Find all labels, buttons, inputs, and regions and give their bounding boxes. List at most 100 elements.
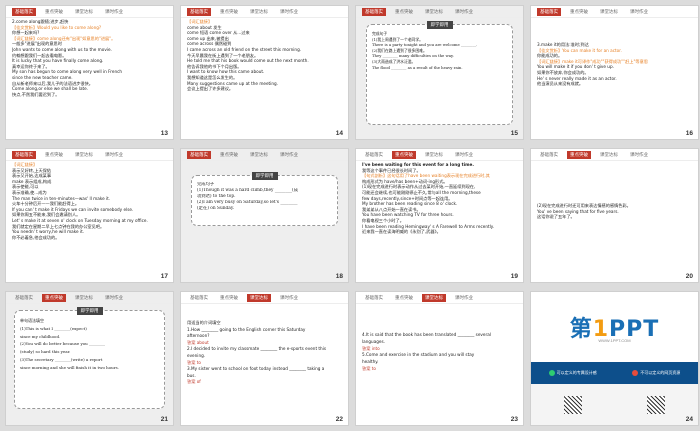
slide-tabs: 基础落实 重点突破 课堂达标 课时作业 — [6, 6, 173, 18]
tab-keypoints: 重点突破 — [567, 150, 591, 159]
slide-22[interactable]: 基础落实 重点突破 课堂达标 课时作业 用适当的介词填空 1.How _____… — [180, 291, 349, 426]
tab-basics: 基础落实 — [190, 294, 208, 300]
slide-tabs: 基础落实 重点突破 课堂达标 课时作业 — [6, 292, 173, 304]
slide-19[interactable]: 基础落实 重点突破 课堂达标 课时作业 I've been waiting fo… — [355, 148, 524, 283]
slide-number: 22 — [335, 416, 343, 423]
ppt-logo-area: 第1PPT WWW.1PPT.COM — [531, 292, 698, 362]
slide-number: 13 — [160, 130, 168, 137]
tab-keypoints: 重点突破 — [395, 8, 413, 14]
slide-text: 用适当的介词填空 1.How ________ going to the Eng… — [187, 320, 342, 415]
tab-basics: 基础落实 — [537, 7, 561, 16]
text-line: 他当演员从来没有成就。 — [537, 81, 584, 87]
tab-keypoints: 重点突破 — [42, 293, 66, 302]
slide-tabs: 基础落实 重点突破 课堂达标 课时作业 — [356, 292, 523, 304]
slide-number: 20 — [685, 273, 693, 280]
tab-homework: 课时作业 — [105, 8, 123, 14]
text-line: afternoon? — [187, 333, 210, 339]
tab-keypoints: 重点突破 — [395, 294, 413, 300]
box-title: 即学即用 — [76, 307, 103, 315]
slide-text: 【词汇链接】 come about 发生 come 短语 come over 从… — [187, 19, 342, 129]
qr-code-icon — [563, 395, 582, 414]
slide-number: 18 — [335, 273, 343, 280]
slide-text: 【词汇链接】 表示又好转,上天保佑 表示又开始,达成某事 make 表示组成,构… — [12, 162, 167, 272]
slide-20[interactable]: 基础落实 重点突破 课堂达标 课时作业 (2)现在完成进行时还可用来表达情感的感… — [530, 148, 699, 283]
slide-17[interactable]: 基础落实 重点突破 课堂达标 课时作业 【词汇链接】 表示又好转,上天保佑 表示… — [5, 148, 174, 283]
tab-homework: 课时作业 — [455, 8, 473, 14]
slide-tabs: 基础落实 重点突破 课堂达标 课时作业 — [181, 6, 348, 18]
tab-classroom: 课堂达标 — [600, 151, 618, 157]
tab-classroom: 课堂达标 — [600, 8, 618, 14]
text-line: 快点,不然我们要迟到了。 — [12, 91, 60, 97]
tab-homework: 课时作业 — [105, 294, 123, 300]
exercise-box: 即学即用 单句语法填空 (1)This is what I ________(e… — [14, 307, 165, 409]
slide-15[interactable]: 基础落实 重点突破 课堂达标 课时作业 即学即用 完成句子 (1)我上周遇到了一… — [355, 5, 524, 140]
tab-keypoints: 重点突破 — [45, 151, 63, 157]
tab-homework: 课时作业 — [455, 151, 473, 157]
tab-basics: 基础落实 — [365, 151, 383, 157]
tab-keypoints: 重点突破 — [392, 150, 416, 159]
answer-line: 答案 about — [187, 339, 209, 345]
tab-classroom: 课堂达标 — [250, 151, 268, 157]
slide-text: (2)现在完成进行时还可用来表达情感的感情色彩。 You' ve been sa… — [537, 203, 692, 272]
slide-number: 19 — [510, 273, 518, 280]
slide-tabs: 基础落实 重点突破 课堂达标 课时作业 — [181, 149, 348, 161]
check-icon — [548, 370, 555, 376]
tab-classroom: 课堂达标 — [247, 293, 271, 302]
tab-classroom: 课堂达标 — [422, 293, 446, 302]
tab-keypoints: 重点突破 — [220, 8, 238, 14]
text-line: 会议上提出了许多建议。 — [187, 86, 234, 92]
slide-number: 17 — [160, 273, 168, 280]
slide-tabs: 基础落实 重点突破 课堂达标 课时作业 — [531, 149, 698, 161]
slide-16[interactable]: 基础落实 重点突破 课堂达标 课时作业 3.make it的用法:准时;到达 【… — [530, 5, 699, 140]
slide-text: 4.It is said that the book has been tran… — [362, 332, 517, 415]
tab-keypoints: 重点突破 — [570, 8, 588, 14]
text-line: (3)The secretary ________(write) a repor… — [20, 356, 103, 362]
slide-tabs: 基础落实 重点突破 课堂达标 课时作业 — [356, 149, 523, 161]
tab-basics: 基础落实 — [365, 294, 383, 300]
tab-basics: 基础落实 — [187, 7, 211, 16]
slide-text: 3.make it的用法:准时;到达 【佳文赏析】You can make it… — [537, 42, 692, 129]
tab-homework: 课时作业 — [280, 294, 298, 300]
slide-text: 2.come along跟随;进步,赶快 【佳文赏析】Would you lik… — [12, 19, 167, 129]
box-title: 即学即用 — [251, 172, 278, 180]
tab-homework: 课时作业 — [455, 294, 473, 300]
text-line: since morning and she will finish it in … — [20, 364, 119, 370]
tab-basics: 基础落实 — [540, 151, 558, 157]
tab-classroom: 课堂达标 — [75, 8, 93, 14]
tab-homework: 课时作业 — [630, 151, 648, 157]
slide-number: 23 — [510, 416, 518, 423]
slide-18[interactable]: 基础落实 重点突破 课堂达标 课时作业 即学即用 完成句子 (1)Though … — [180, 148, 349, 283]
ppt-feature-band: 可以定义的专属设计感 不可以定义的网页资源 — [531, 362, 698, 384]
tab-classroom: 课堂达标 — [75, 294, 93, 300]
text-line: The flood ________ as a result of the he… — [372, 64, 463, 70]
text-line: healthy. — [362, 359, 379, 365]
slide-number: 24 — [685, 416, 693, 423]
text-line: 1.How ________ going to the English corn… — [187, 326, 306, 332]
slide-14[interactable]: 基础落实 重点突破 课堂达标 课时作业 【词汇链接】 come about 发生… — [180, 5, 349, 140]
text-line: (study) so hard this year. — [20, 349, 71, 355]
answer-line: 答案 of — [187, 379, 201, 385]
tab-homework: 课时作业 — [280, 151, 298, 157]
ppt-qr-area — [531, 384, 698, 425]
tab-basics: 基础落实 — [12, 7, 36, 16]
slide-number: 16 — [685, 130, 693, 137]
text-line: 你不必着急,他会成功的。 — [12, 234, 60, 240]
text-line: (1)This is what I ________(expect) — [20, 325, 87, 331]
slide-21[interactable]: 基础落实 重点突破 课堂达标 课时作业 即学即用 单句语法填空 (1)This … — [5, 291, 174, 426]
answer-line: 答案 to — [187, 359, 201, 365]
slide-23[interactable]: 基础落实 重点突破 课堂达标 课时作业 4.It is said that th… — [355, 291, 524, 426]
exercise-box: 即学即用 完成句子 (1)我上周遇到了一个老同学。 There is a par… — [366, 21, 513, 125]
tab-basics: 基础落实 — [15, 294, 33, 300]
qr-code-icon — [647, 395, 666, 414]
slide-number: 21 — [160, 416, 168, 423]
text-line: 近来我一直在读海明威的《永别了,武器》。 — [362, 229, 441, 235]
text-line: (2)You will do better because you ______… — [20, 341, 106, 347]
tab-keypoints: 重点突破 — [220, 294, 238, 300]
text-line: 4.It is said that the book has been tran… — [362, 332, 491, 337]
slide-24-ppt-ad[interactable]: 第1PPT WWW.1PPT.COM 可以定义的专属设计感 不可以定义的网页资源… — [530, 291, 699, 426]
tab-classroom: 课堂达标 — [250, 8, 268, 14]
text-line: 2.I decided to invite my classmate _____… — [187, 346, 327, 352]
slide-number: 14 — [335, 130, 343, 137]
answer-line: 答案 to — [362, 365, 376, 371]
slide-13[interactable]: 基础落实 重点突破 课堂达标 课时作业 2.come along跟随;进步,赶快… — [5, 5, 174, 140]
